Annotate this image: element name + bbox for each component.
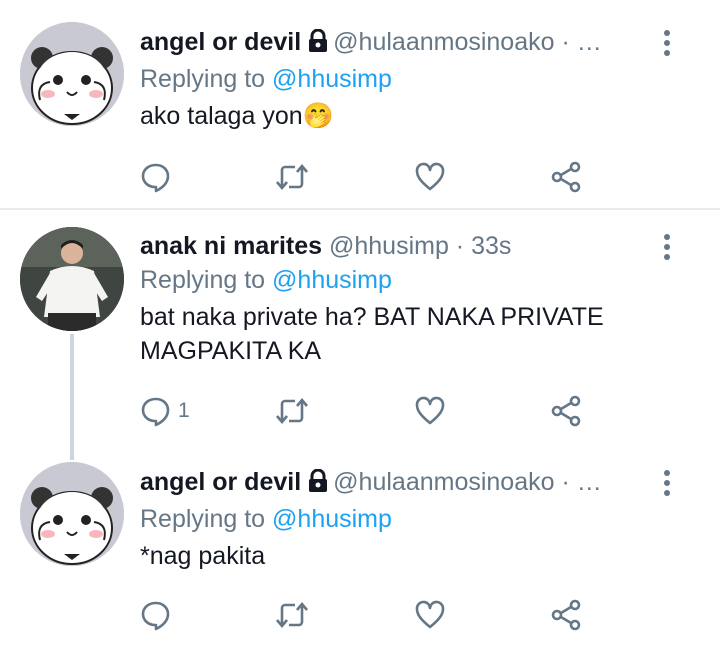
more-icon[interactable] [660,470,674,500]
tweet-text: *nag pakita [140,542,266,570]
handle[interactable]: @hhusimp · 33s [329,232,511,260]
reply-icon [141,601,170,631]
avatar[interactable] [20,462,124,566]
retweet-icon [276,601,308,629]
tweet-actions: 1 [140,394,600,428]
share-button[interactable] [550,598,582,632]
thread-line [70,334,74,460]
handle[interactable]: @hulaanmosinoako · … [333,28,602,56]
tweet-3[interactable]: angel or devil @hulaanmosinoako · … Reply… [0,460,720,645]
reply-prefix: Replying to [140,266,266,294]
tweet-2[interactable]: anak ni marites @hhusimp · 33s Replying … [0,210,720,460]
panda-avatar-image [20,22,124,126]
like-icon [415,162,445,191]
avatar[interactable] [20,22,124,126]
like-button[interactable] [414,160,446,194]
tweet-1[interactable]: angel or devil @hulaanmosinoako · … Reply… [0,0,720,208]
tweet-text: ako talaga yon🤭 [140,102,334,130]
share-button[interactable] [550,394,582,428]
reply-mention-link[interactable]: @hhusimp [272,266,392,294]
reply-context: Replying to @hhusimp [140,264,660,296]
lock-icon [307,28,329,61]
reply-button[interactable]: 1 [140,394,190,428]
like-button[interactable] [414,394,446,428]
retweet-button[interactable] [274,394,310,428]
display-name[interactable]: angel or devil [140,28,301,56]
like-button[interactable] [414,598,446,632]
retweet-button[interactable] [274,160,310,194]
more-icon[interactable] [660,234,674,264]
retweet-button[interactable] [274,598,310,632]
handle[interactable]: @hulaanmosinoako · … [333,468,602,496]
avatar[interactable] [20,227,124,331]
lock-icon [307,468,329,501]
display-name[interactable]: anak ni marites [140,232,322,260]
tweet-actions [140,160,600,194]
reply-context: Replying to @hhusimp [140,503,660,535]
more-icon[interactable] [660,30,674,60]
reply-count: 1 [178,399,190,422]
tweet-actions [140,598,600,632]
like-icon [415,396,445,425]
retweet-icon [276,163,308,191]
reply-button[interactable] [140,160,178,194]
display-name[interactable]: angel or devil [140,468,301,496]
reply-icon [141,163,170,193]
share-button[interactable] [550,160,582,194]
tweet-text: bat naka private ha? BAT NAKA PRIVATE MA… [140,303,604,365]
reply-context: Replying to @hhusimp [140,63,660,95]
like-icon [415,600,445,629]
reply-prefix: Replying to [140,65,266,93]
reply-prefix: Replying to [140,505,266,533]
reply-button[interactable] [140,598,178,632]
reply-icon [141,397,170,427]
share-icon [551,161,581,193]
reply-mention-link[interactable]: @hhusimp [272,505,392,533]
share-icon [551,395,581,427]
reply-mention-link[interactable]: @hhusimp [272,65,392,93]
panda-avatar-image [20,462,124,566]
retweet-icon [276,397,308,425]
person-avatar-image [20,227,124,331]
share-icon [551,599,581,631]
